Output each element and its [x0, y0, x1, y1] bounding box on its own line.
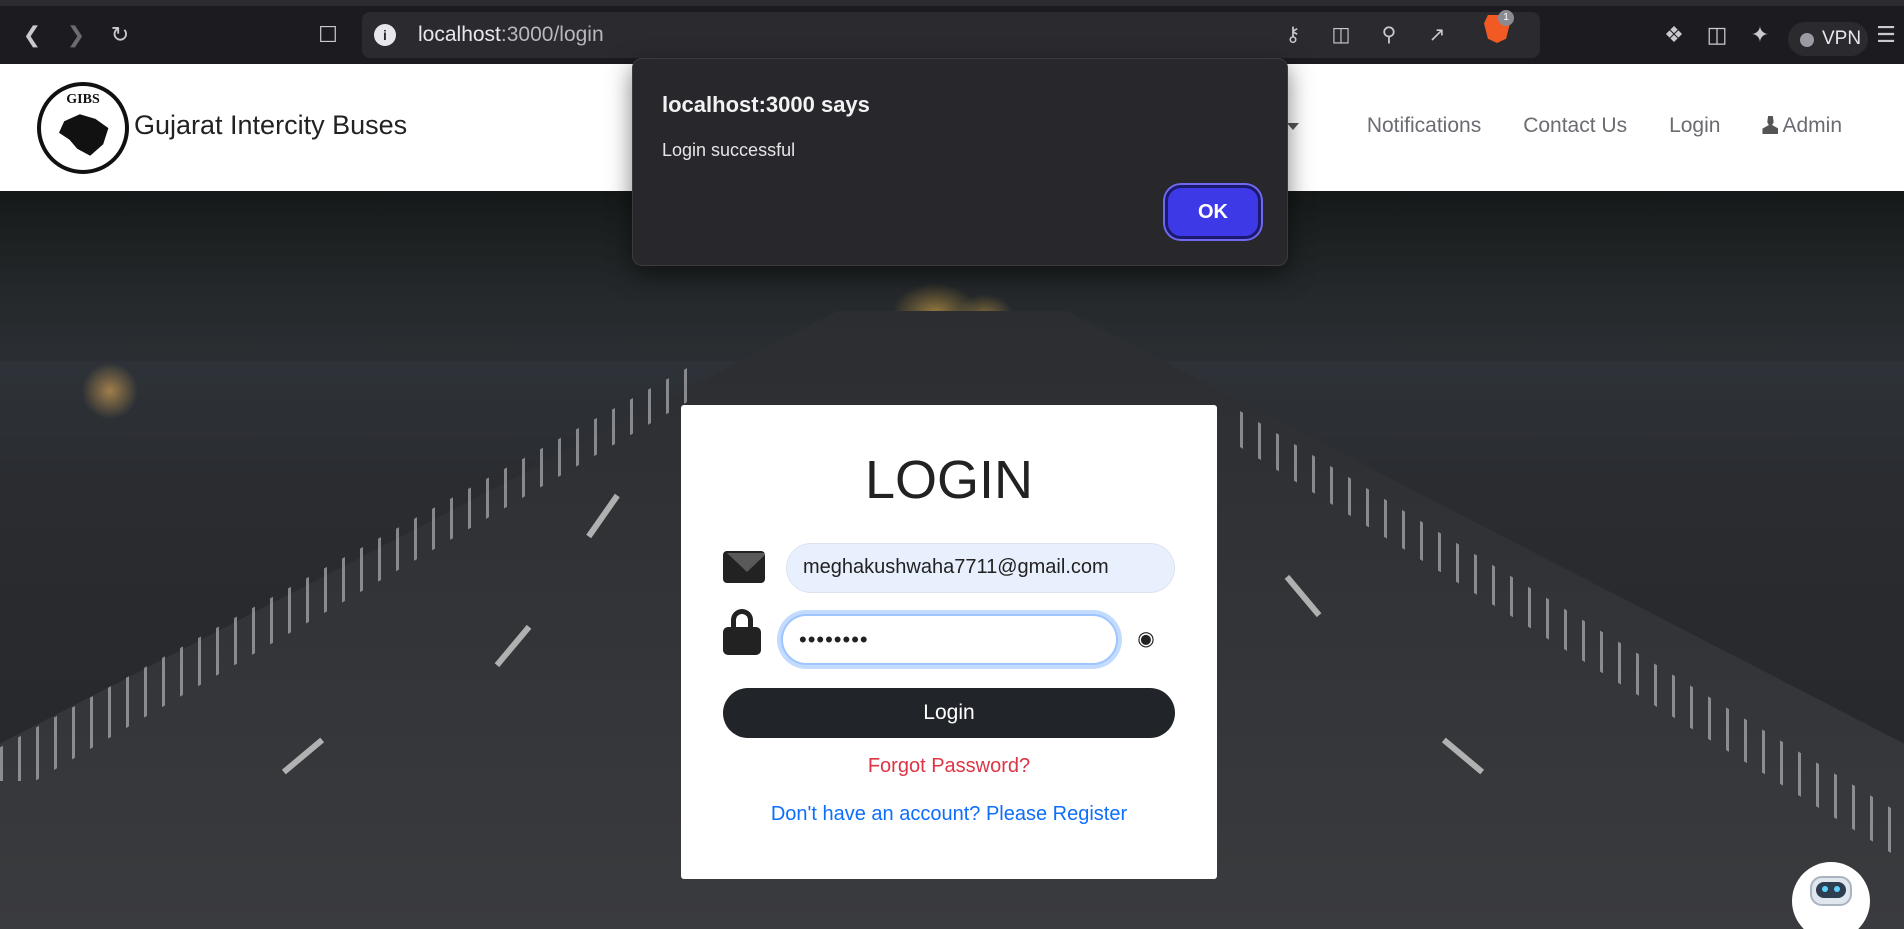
back-icon[interactable]: ❮ — [18, 21, 46, 49]
brand-name[interactable]: Gujarat Intercity Buses — [134, 110, 407, 141]
sidebar-icon[interactable]: ◫ — [1703, 21, 1731, 49]
gujarat-map-icon — [59, 114, 109, 156]
browser-toolbar: ❮ ❯ ↻ ☐ i localhost:3000/login ⚷ ◫ ⚲ ↗ 1… — [0, 0, 1904, 64]
install-icon[interactable]: ◫ — [1328, 23, 1354, 47]
logo-text: GIBS — [66, 92, 100, 107]
url-text[interactable]: localhost:3000/login — [418, 23, 604, 47]
vpn-label: VPN — [1822, 28, 1862, 49]
vpn-status-icon — [1800, 33, 1814, 47]
password-field[interactable]: •••••••• — [781, 614, 1118, 665]
bookmark-icon[interactable]: ☐ — [314, 21, 342, 49]
address-bar[interactable]: i localhost:3000/login ⚷ ◫ ⚲ ↗ — [362, 12, 1540, 58]
eye-icon[interactable]: ◉ — [1133, 628, 1159, 650]
key-icon[interactable]: ⚷ — [1280, 23, 1306, 47]
vpn-button[interactable]: VPN — [1788, 22, 1868, 56]
alert-dialog: localhost:3000 says Login successful OK — [632, 58, 1288, 266]
ok-button[interactable]: OK — [1165, 185, 1261, 239]
forward-icon[interactable]: ❯ — [62, 21, 90, 49]
nav-links: s Notifications Contact Us Login Admin — [1271, 114, 1842, 138]
envelope-icon — [723, 551, 765, 583]
caret-down-icon — [1287, 122, 1300, 130]
leo-icon[interactable]: ✦ — [1746, 21, 1774, 49]
forgot-password-link[interactable]: Forgot Password? — [681, 755, 1217, 778]
nav-login[interactable]: Login — [1669, 114, 1720, 138]
email-field[interactable]: meghakushwaha7711@gmail.com — [786, 543, 1175, 593]
reload-icon[interactable]: ↻ — [106, 21, 134, 49]
login-button[interactable]: Login — [723, 688, 1175, 738]
zoom-icon[interactable]: ⚲ — [1376, 23, 1402, 47]
nav-notifications[interactable]: Notifications — [1367, 114, 1481, 138]
nav-contact-us[interactable]: Contact Us — [1523, 114, 1627, 138]
lock-icon — [723, 609, 761, 655]
site-logo[interactable]: GIBS — [37, 82, 129, 174]
site-info-icon[interactable]: i — [374, 24, 396, 46]
login-card: LOGIN meghakushwaha7711@gmail.com ••••••… — [681, 405, 1217, 879]
login-title: LOGIN — [864, 450, 1034, 510]
alert-title: localhost:3000 says — [662, 92, 870, 117]
extensions-icon[interactable]: ❖ — [1660, 21, 1688, 49]
brave-badge: 1 — [1498, 10, 1514, 26]
nav-admin[interactable]: Admin — [1762, 114, 1842, 138]
user-icon — [1762, 116, 1779, 134]
alert-message: Login successful — [662, 140, 796, 160]
share-icon[interactable]: ↗ — [1424, 23, 1450, 47]
menu-icon[interactable]: ☰ — [1872, 21, 1900, 49]
register-link[interactable]: Don't have an account? Please Register — [681, 803, 1217, 826]
